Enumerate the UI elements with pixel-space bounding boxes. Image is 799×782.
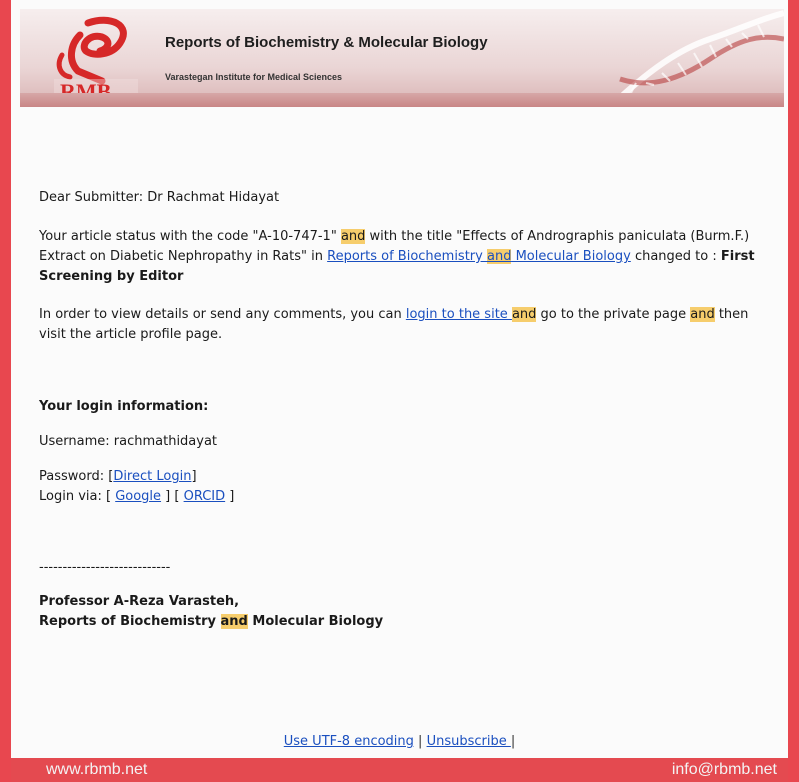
website-text: www.rbmb.net (46, 761, 148, 778)
login-site-link[interactable]: login to the site (406, 307, 512, 322)
highlight-and: and (340, 229, 366, 244)
unsubscribe-link[interactable]: Unsubscribe (427, 734, 511, 749)
signature-name: Professor A-Reza Varasteh, (39, 594, 240, 609)
orcid-login-link[interactable]: ORCID (184, 489, 226, 504)
header-bottom-band (20, 93, 784, 107)
login-via-line: Login via: [ Google ] [ ORCID ] (39, 489, 235, 504)
email-body: Dear Submitter: Dr Rachmat Hidayat Your … (39, 188, 774, 632)
contact-email-text: info@rbmb.net (671, 761, 777, 778)
signature-divider: ---------------------------- (39, 560, 171, 575)
journal-title: Reports of Biochemistry & Molecular Biol… (165, 34, 488, 51)
signature-journal: Reports of Biochemistry and Molecular Bi… (39, 614, 384, 629)
footer-links: Use UTF-8 encoding | Unsubscribe | (283, 734, 516, 749)
login-info-heading: Your login information: (39, 399, 209, 414)
username-line: Username: rachmathidayat (39, 434, 218, 449)
google-login-link[interactable]: Google (115, 489, 161, 504)
journal-header-banner: RMB Reports of Biochemistry & Molecular … (20, 9, 784, 107)
direct-login-link[interactable]: Direct Login (113, 469, 191, 484)
password-line: Password: [Direct Login] (39, 469, 197, 484)
instructions-paragraph: In order to view details or send any com… (39, 307, 749, 342)
greeting: Dear Submitter: Dr Rachmat Hidayat (39, 190, 280, 205)
rbmb-logo: RMB (54, 16, 138, 101)
utf8-encoding-link[interactable]: Use UTF-8 encoding (284, 734, 414, 749)
institute-name: Varastegan Institute for Medical Science… (165, 72, 343, 82)
status-paragraph: Your article status with the code "A-10-… (39, 229, 755, 284)
journal-link[interactable]: Reports of Biochemistry and Molecular Bi… (327, 249, 631, 264)
